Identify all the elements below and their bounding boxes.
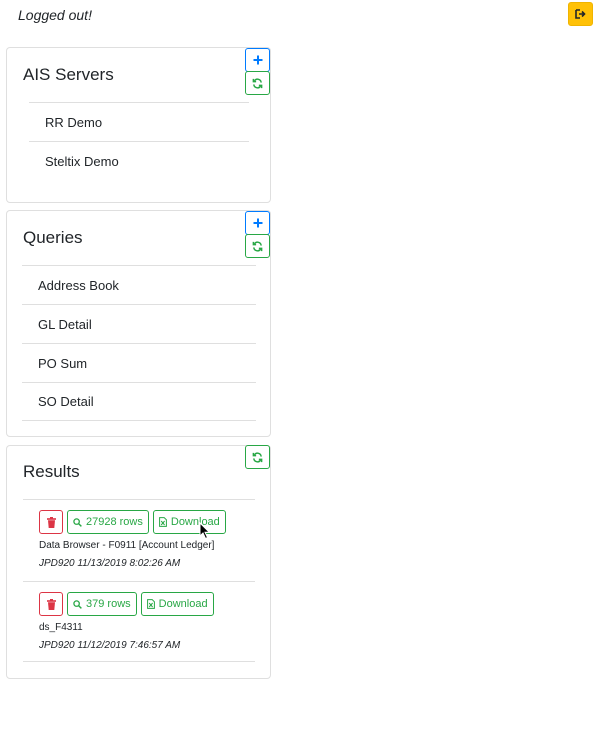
search-icon <box>73 517 82 527</box>
view-rows-button[interactable]: 379 rows <box>67 592 137 616</box>
result-name: ds_F4311 <box>39 622 83 633</box>
add-query-button[interactable] <box>245 211 270 235</box>
query-item[interactable]: SO Detail <box>22 382 256 421</box>
ais-servers-card: AIS Servers RR Demo Steltix Demo <box>6 47 271 203</box>
refresh-servers-button[interactable] <box>245 71 270 95</box>
download-button[interactable]: Download <box>140 592 214 616</box>
queries-title: Queries <box>23 228 83 247</box>
query-item[interactable]: Address Book <box>22 265 256 304</box>
refresh-results-button[interactable] <box>245 445 270 469</box>
sign-out-icon <box>575 9 586 19</box>
queries-card: Queries Address Book GL Detail PO Sum SO… <box>6 210 271 437</box>
server-item[interactable]: RR Demo <box>29 102 249 141</box>
query-item-label: GL Detail <box>38 316 92 332</box>
query-item-label: SO Detail <box>38 394 94 409</box>
server-item[interactable]: Steltix Demo <box>29 141 249 180</box>
query-item[interactable]: GL Detail <box>22 304 256 343</box>
mouse-cursor-icon <box>199 522 211 540</box>
refresh-queries-button[interactable] <box>245 234 270 258</box>
refresh-icon <box>252 452 263 462</box>
delete-result-button[interactable] <box>39 592 63 616</box>
server-item-label: Steltix Demo <box>45 153 119 169</box>
query-item[interactable]: PO Sum <box>22 343 256 382</box>
query-item-label: Address Book <box>38 277 119 293</box>
rows-count: 379 rows <box>86 598 131 610</box>
result-item: 27928 rows Download Data Browser - F0911… <box>23 499 255 579</box>
result-meta: JPD920 11/12/2019 7:46:57 AM <box>39 640 181 651</box>
download-label: Download <box>158 598 208 610</box>
plus-icon <box>253 218 262 228</box>
download-button[interactable]: Download <box>152 510 226 534</box>
status-message: Logged out! <box>18 7 92 23</box>
logout-button[interactable] <box>568 2 593 26</box>
search-icon <box>73 599 82 609</box>
results-title: Results <box>23 462 80 481</box>
result-meta: JPD920 11/13/2019 8:02:26 AM <box>39 558 181 569</box>
result-item: 379 rows Download ds_F4311 JPD920 11/12/… <box>23 581 255 662</box>
refresh-icon <box>252 241 263 251</box>
trash-icon <box>46 516 56 528</box>
plus-icon <box>253 55 262 65</box>
download-label: Download <box>170 516 220 528</box>
refresh-icon <box>252 78 263 88</box>
excel-file-icon <box>146 599 155 609</box>
ais-servers-title: AIS Servers <box>23 65 114 84</box>
server-list: RR Demo Steltix Demo <box>29 102 249 180</box>
query-item-label: PO Sum <box>38 355 88 371</box>
rows-count: 27928 rows <box>86 516 143 528</box>
excel-file-icon <box>158 517 167 527</box>
result-name: Data Browser - F0911 [Account Ledger] <box>39 540 215 551</box>
trash-icon <box>46 598 56 610</box>
results-card: Results 27928 rows Download Data Browser… <box>6 445 271 679</box>
view-rows-button[interactable]: 27928 rows <box>67 510 149 534</box>
server-item-label: RR Demo <box>45 114 103 130</box>
query-list: Address Book GL Detail PO Sum SO Detail <box>22 265 256 421</box>
delete-result-button[interactable] <box>39 510 63 534</box>
add-server-button[interactable] <box>245 48 270 72</box>
